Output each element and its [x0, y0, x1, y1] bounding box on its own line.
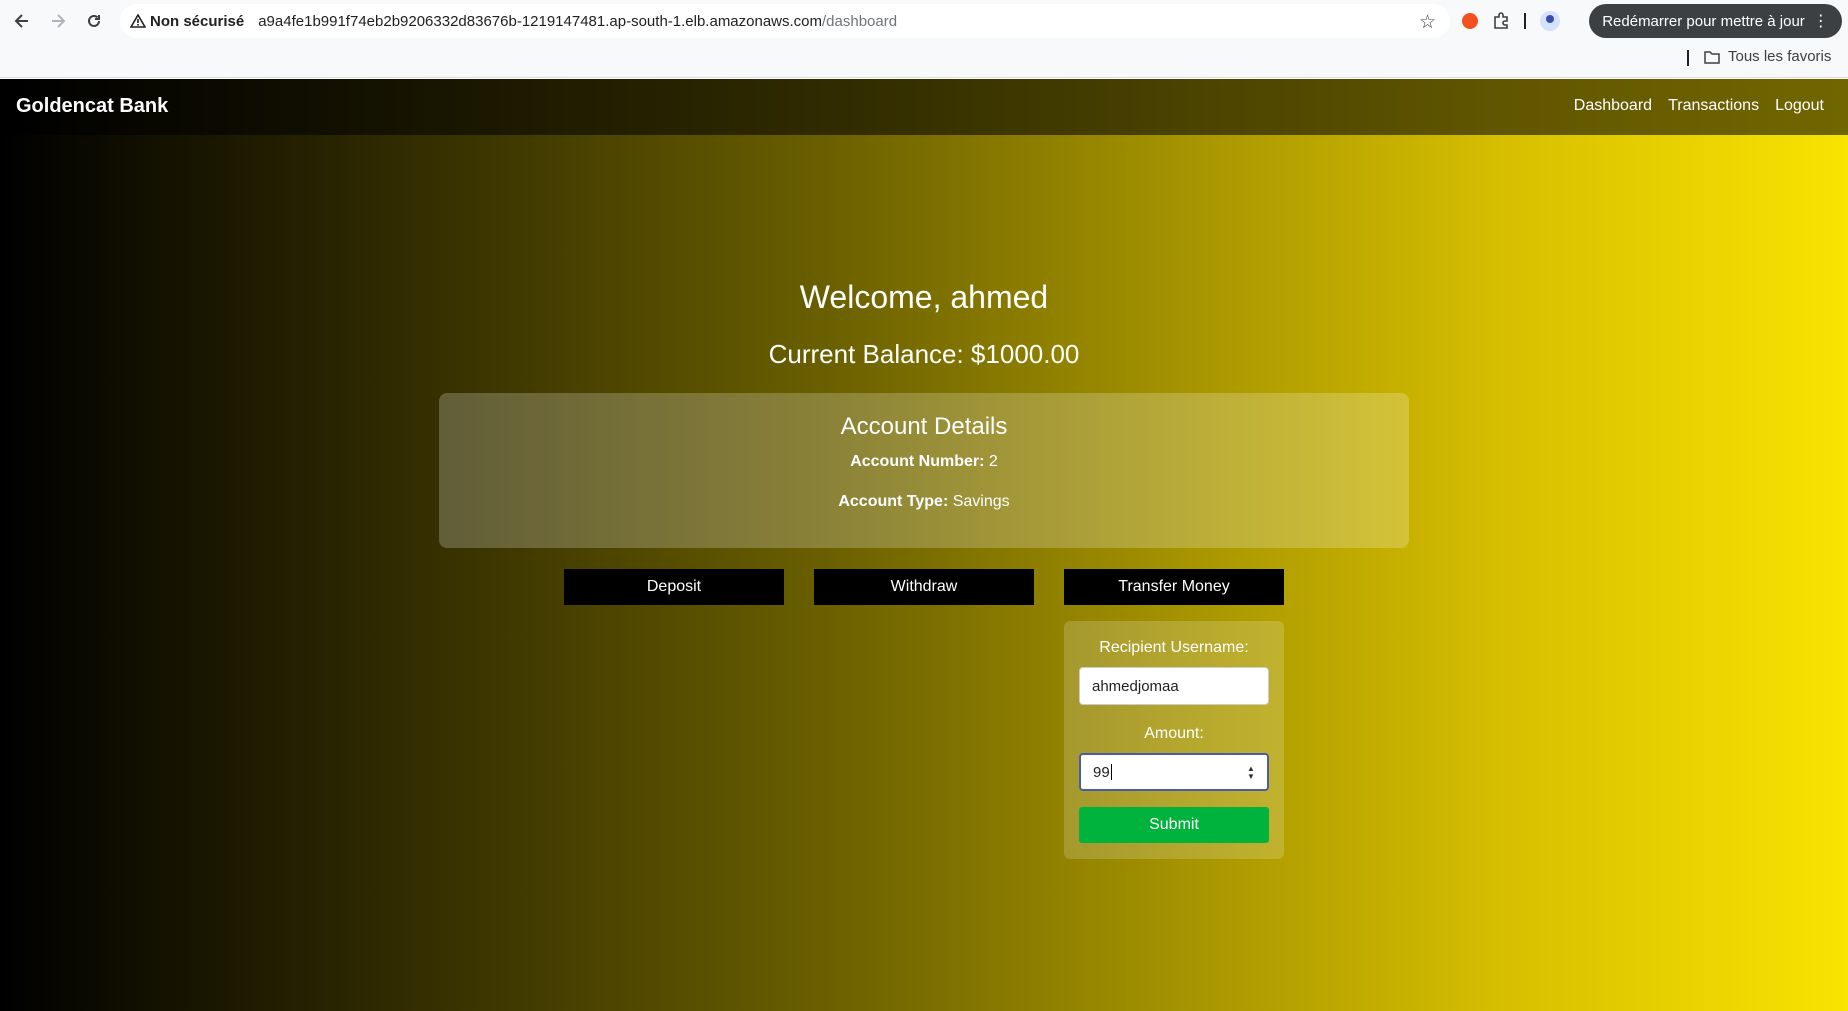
account-type-label: Account Type:: [838, 493, 949, 510]
spinner-down-icon[interactable]: ▼: [1247, 773, 1257, 781]
recipient-username-value: ahmedjomaa: [1092, 677, 1179, 695]
welcome-heading: Welcome, ahmed: [799, 279, 1049, 315]
more-vert-icon: ⋮: [1812, 13, 1829, 30]
url-host: a9a4fe1b991f74eb2b9206332d83676b-1219147…: [258, 12, 823, 30]
nav-logout-link[interactable]: Logout: [1775, 97, 1824, 115]
app-navbar: Goldencat Bank Dashboard Transactions Lo…: [0, 79, 1848, 135]
nav-dashboard-link[interactable]: Dashboard: [1574, 97, 1652, 115]
amount-input[interactable]: 99 ▲ ▼: [1079, 753, 1269, 791]
restart-update-button[interactable]: Redémarrer pour mettre à jour ⋮: [1589, 4, 1842, 38]
balance-heading: Current Balance: $1000.00: [768, 339, 1080, 369]
recipient-username-label: Recipient Username:: [1099, 639, 1249, 656]
account-number-row: Account Number: 2: [439, 453, 1409, 471]
brand-logo[interactable]: Goldencat Bank: [16, 95, 168, 118]
puzzle-icon[interactable]: [1492, 12, 1510, 30]
page-viewport: Goldencat Bank Dashboard Transactions Lo…: [0, 79, 1848, 1011]
account-details-title: Account Details: [840, 413, 1008, 440]
browser-toolbar: Non sécurisé a9a4fe1b991f74eb2b9206332d8…: [0, 0, 1848, 42]
amount-label: Amount:: [1144, 725, 1204, 742]
nav-transactions-link[interactable]: Transactions: [1668, 97, 1759, 115]
amount-value: 99: [1093, 763, 1110, 781]
account-type-value: Savings: [952, 493, 1010, 510]
folder-icon: [1704, 50, 1720, 64]
withdraw-button[interactable]: Withdraw: [814, 569, 1034, 605]
extension-icon[interactable]: [1462, 13, 1478, 29]
url-path: /dashboard: [822, 12, 898, 30]
nav-links: Dashboard Transactions Logout: [1574, 97, 1824, 115]
recipient-username-input[interactable]: ahmedjomaa: [1079, 667, 1269, 705]
submit-button[interactable]: Submit: [1079, 807, 1269, 843]
toolbar-separator: [1524, 13, 1526, 29]
profile-avatar-icon[interactable]: [1540, 11, 1560, 31]
warning-icon: [130, 14, 146, 28]
account-type-row: Account Type: Savings: [439, 493, 1409, 511]
text-caret: [1110, 764, 1112, 780]
bookmarks-bar: Tous les favoris: [0, 42, 1848, 78]
account-number-value: 2: [988, 453, 998, 470]
transfer-money-button[interactable]: Transfer Money: [1064, 569, 1284, 605]
bookmarks-folder-label: Tous les favoris: [1728, 48, 1832, 65]
all-bookmarks-folder[interactable]: Tous les favoris: [1704, 48, 1831, 65]
bookmarks-separator: [1687, 50, 1689, 66]
account-details-card: Account Details Account Number: 2 Accoun…: [439, 393, 1409, 548]
bookmark-star-icon[interactable]: ☆: [1419, 11, 1436, 34]
account-number-label: Account Number:: [850, 453, 985, 470]
restart-label: Redémarrer pour mettre à jour: [1602, 12, 1805, 30]
not-secure-indicator[interactable]: Non sécurisé: [130, 13, 244, 30]
number-spinner[interactable]: ▲ ▼: [1247, 765, 1257, 781]
transfer-form: Recipient Username: ahmedjomaa Amount: 9…: [1064, 621, 1284, 859]
deposit-button[interactable]: Deposit: [564, 569, 784, 605]
extensions-area: [1462, 4, 1560, 38]
back-icon[interactable]: [4, 3, 40, 39]
security-label: Non sécurisé: [150, 12, 245, 30]
address-bar[interactable]: Non sécurisé a9a4fe1b991f74eb2b9206332d8…: [120, 4, 1450, 38]
forward-icon[interactable]: [40, 3, 76, 39]
reload-icon[interactable]: [76, 3, 112, 39]
